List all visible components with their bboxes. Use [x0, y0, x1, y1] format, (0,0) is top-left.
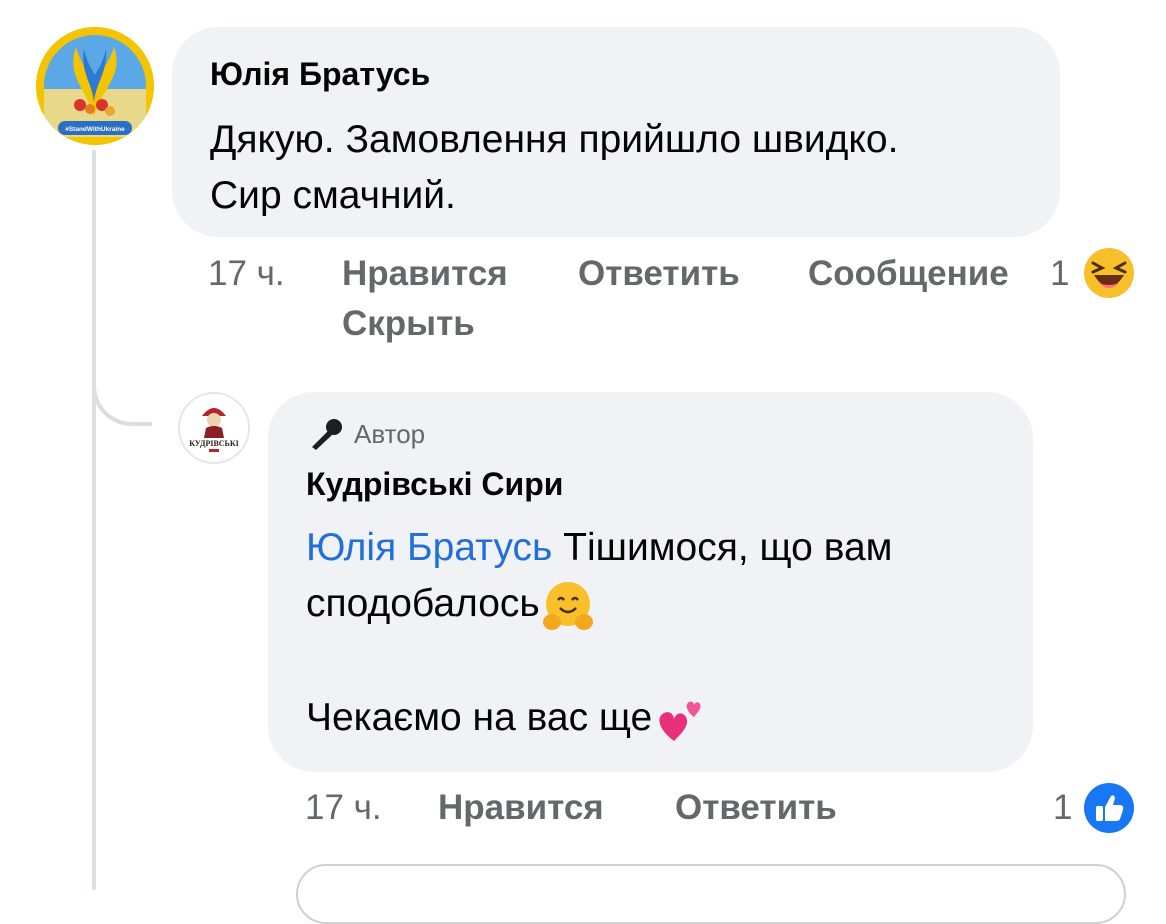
next-item-outline	[296, 864, 1126, 924]
reply-timestamp[interactable]: 17 ч.	[305, 788, 382, 828]
hide-button[interactable]: Скрыть	[342, 304, 475, 344]
reply-text-part2: сподобалось	[306, 582, 540, 625]
comment-author[interactable]: Юлія Братусь	[210, 56, 430, 93]
avatar-badge-text: #StandWithUkraine	[65, 126, 125, 133]
two-hearts-emoji-icon	[659, 701, 701, 742]
kudrivski-logo-image: КУДРІВСЬКІ	[180, 394, 248, 462]
comment-timestamp[interactable]: 17 ч.	[208, 254, 285, 294]
mention-link[interactable]: Юлія Братусь	[306, 526, 552, 569]
author-badge-label: Автор	[354, 418, 426, 449]
laughing-emoji-icon[interactable]	[1083, 247, 1135, 299]
avatar-julia[interactable]: #StandWithUkraine	[36, 27, 154, 145]
microphone-icon	[312, 419, 342, 450]
comment-text-line1: Дякую. Замовлення прийшло швидко.	[210, 118, 899, 161]
reaction-count[interactable]: 1	[1050, 254, 1069, 294]
comment-text-line2: Сир смачний.	[210, 174, 456, 217]
reply-reply-button[interactable]: Ответить	[675, 788, 837, 828]
reply-like-button[interactable]: Нравится	[438, 788, 604, 828]
reply-text-part3: Чекаємо на вас ще	[306, 695, 653, 739]
avatar-logo-text: КУДРІВСЬКІ	[189, 439, 239, 448]
thread-connector	[92, 340, 152, 426]
reply-text-part1: Тішимося, що вам	[552, 526, 893, 569]
avatar-kudrivski[interactable]: КУДРІВСЬКІ	[178, 392, 250, 464]
stand-with-ukraine-avatar-image: #StandWithUkraine	[36, 27, 154, 145]
reply-button[interactable]: Ответить	[578, 254, 740, 294]
author-badge: Автор	[306, 417, 425, 451]
comment-text: Дякую. Замовлення прийшло швидко. Сир см…	[210, 112, 1050, 224]
reply-text: Юлія Братусь Тішимося, що вам сподобалос…	[306, 520, 1016, 747]
hugging-face-emoji-icon	[542, 581, 593, 630]
thread-line	[92, 150, 96, 890]
message-button[interactable]: Сообщение	[808, 254, 1009, 294]
like-button[interactable]: Нравится	[342, 254, 508, 294]
thumbs-up-icon[interactable]	[1084, 783, 1134, 833]
reply-reaction-count[interactable]: 1	[1053, 788, 1072, 828]
reply-author[interactable]: Кудрівські Сири	[306, 466, 563, 503]
